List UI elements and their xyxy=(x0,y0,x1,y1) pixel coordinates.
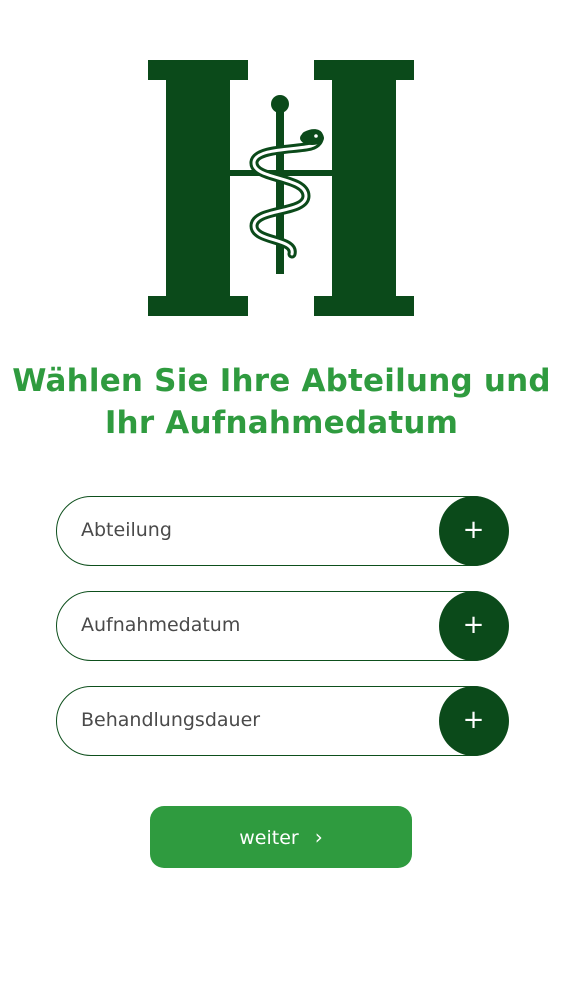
treatment-duration-field[interactable]: Behandlungsdauer + xyxy=(56,685,509,756)
department-field-label: Abteilung xyxy=(81,519,172,541)
hospital-logo-icon xyxy=(148,60,414,316)
page-title-line-1: Wählen Sie Ihre Abteilung und xyxy=(12,363,551,399)
page-title: Wählen Sie Ihre Abteilung und Ihr Aufnah… xyxy=(0,360,563,444)
admission-date-field-label: Aufnahmedatum xyxy=(81,614,241,636)
page-title-line-2: Ihr Aufnahmedatum xyxy=(104,405,459,441)
department-field[interactable]: Abteilung + xyxy=(56,495,509,566)
treatment-duration-field-label: Behandlungsdauer xyxy=(81,709,261,731)
next-button-label: weiter xyxy=(239,827,299,849)
treatment-duration-add-button[interactable]: + xyxy=(438,685,509,756)
chevron-right-icon: › xyxy=(314,825,323,849)
department-add-button[interactable]: + xyxy=(438,495,509,566)
admission-date-field[interactable]: Aufnahmedatum + xyxy=(56,590,509,661)
admission-date-add-button[interactable]: + xyxy=(438,590,509,661)
next-button[interactable]: weiter › xyxy=(150,806,412,868)
